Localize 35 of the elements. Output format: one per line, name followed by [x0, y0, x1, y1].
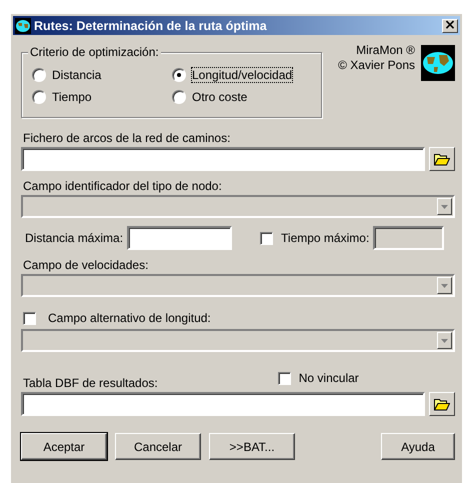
- folder-icon: [434, 152, 450, 166]
- credit-text: MiraMon ®: [356, 43, 415, 58]
- dialog-button[interactable]: Ayuda: [381, 433, 455, 460]
- folder-icon: [434, 398, 450, 410]
- window-title: Rutes: Determinación de la ruta óptima: [34, 18, 268, 32]
- radio-button[interactable]: [172, 90, 186, 104]
- radio-button[interactable]: [172, 68, 186, 82]
- checkbox[interactable]: [278, 372, 291, 384]
- radio-button[interactable]: [32, 90, 46, 104]
- group-label: Criterio de optimización:: [28, 45, 161, 59]
- close-button[interactable]: ×: [442, 18, 458, 32]
- file-input-field[interactable]: [21, 392, 425, 416]
- dialog-button[interactable]: Cancelar: [115, 433, 201, 460]
- checkbox-label: No vincular: [298, 371, 359, 385]
- globe-logo-icon: [421, 45, 455, 81]
- checkbox-label: Tiempo máximo:: [281, 231, 370, 245]
- field-label: Distancia máxima:: [25, 231, 124, 245]
- radio-option[interactable]: Longitud/velocidad: [172, 65, 322, 85]
- radio-button[interactable]: [32, 68, 46, 82]
- radio-option[interactable]: Tiempo: [32, 87, 172, 107]
- browse-button[interactable]: [429, 147, 455, 171]
- globe-icon: [15, 18, 31, 34]
- dialog-button[interactable]: >>BAT...: [209, 433, 295, 460]
- credit-text: © Xavier Pons: [338, 58, 415, 73]
- checkbox-label: Campo alternativo de longitud:: [48, 311, 211, 325]
- field-label: Tabla DBF de resultados:: [23, 376, 158, 390]
- field-label: Campo identificador del tipo de nodo:: [23, 179, 223, 193]
- distance-input-field[interactable]: [127, 226, 232, 250]
- file-input-field[interactable]: [21, 147, 425, 171]
- dialog-button[interactable]: Aceptar: [21, 433, 107, 460]
- radio-option[interactable]: Otro coste: [172, 87, 322, 107]
- field-label: Campo de velocidades:: [23, 258, 150, 272]
- browse-button[interactable]: [429, 392, 455, 416]
- field-label: Fichero de arcos de la red de caminos:: [23, 131, 232, 145]
- radio-option[interactable]: Distancia: [32, 65, 172, 85]
